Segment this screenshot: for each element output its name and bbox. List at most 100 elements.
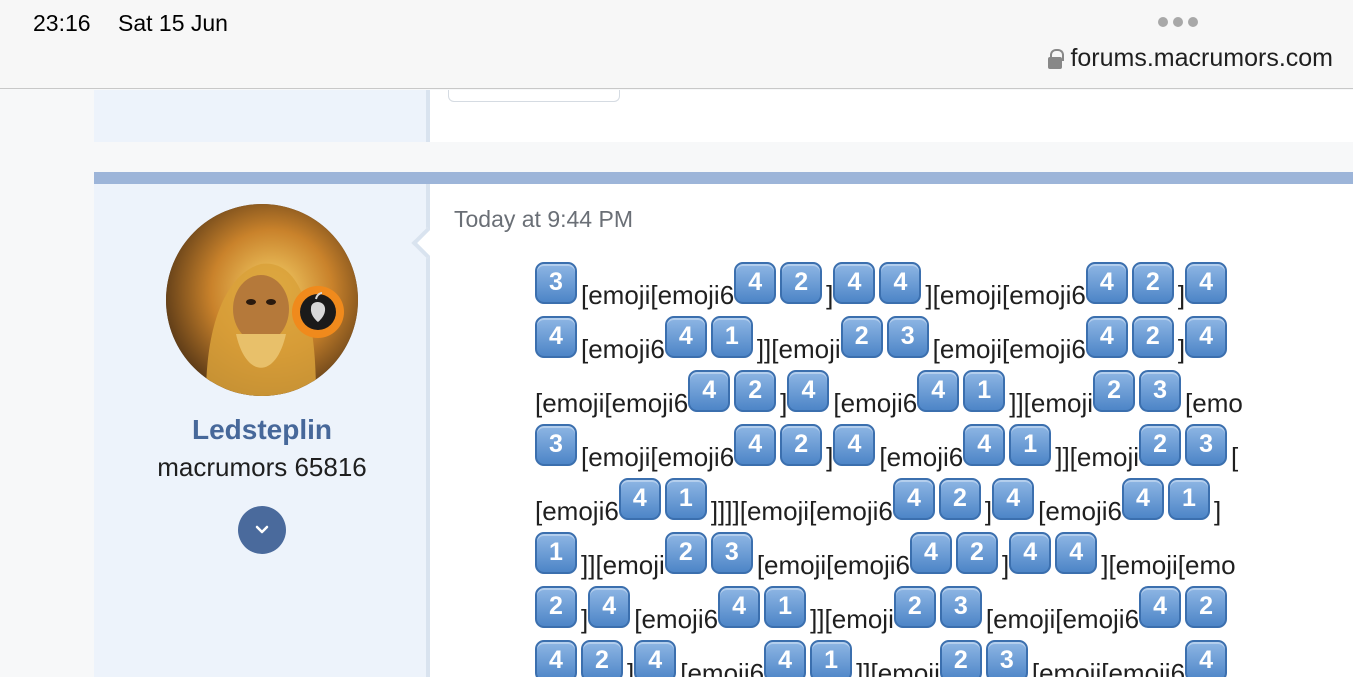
keycap-digit-emoji: 4 [718,586,761,628]
message-text: ] [627,658,635,677]
keycap-digit-emoji: 2 [1131,262,1174,304]
post-author-username[interactable]: Ledsteplin [94,414,430,446]
message-line: [emoji6 4 1]]]][emoji[emoji6 4 2] 4 [emoji6 4 1] [535,474,1353,528]
message-text: [ [1231,442,1239,472]
message-text: ] [826,442,834,472]
keycap-digit-emoji: 2 [939,640,982,677]
expand-user-info-button[interactable] [238,506,286,554]
message-text: ]][emoji [581,550,665,580]
keycap-digit-emoji: 4 [917,370,960,412]
keycap-digit-emoji: 4 [618,478,661,520]
status-date: Sat 15 Jun [118,10,228,36]
message-text: ] [1177,280,1186,310]
keycap-digit-emoji: 2 [780,262,823,304]
keycap-digit-emoji: 4 [879,262,922,304]
message-text: ]][emoji [856,658,940,677]
message-text: ][emoji[emo [1101,550,1236,580]
message-line: 4 [emoji6 4 1]][emoji 2 3 [emoji[emoji6 4 2] 4 [535,312,1353,366]
keycap-digit-emoji: 4 [535,640,577,677]
keycap-digit-emoji: 4 [1009,532,1052,574]
keycap-digit-emoji: 2 [955,532,998,574]
previous-post [94,90,1353,142]
keycap-digit-emoji: 4 [1055,532,1098,574]
post-message-body: 3 [emoji[emoji6 4 2] 4 4][emoji[emoji6 4 2] 4 4 [e… [535,258,1353,677]
keycap-digit-emoji: 4 [892,478,935,520]
keycap-digit-emoji: 2 [780,424,823,466]
message-text: ] [581,604,589,634]
message-line: 3 [emoji[emoji6 4 2] 4 4][emoji[emoji6 4 2] 4 [535,258,1353,312]
keycap-digit-emoji: 3 [1185,424,1228,466]
keycap-digit-emoji: 4 [1085,262,1128,304]
keycap-digit-emoji: 4 [833,262,876,304]
keycap-digit-emoji: 2 [734,370,777,412]
message-text: ][emoji[emoji6 [925,280,1086,310]
message-text: [emoji6 [535,496,619,526]
keycap-digit-emoji: 2 [581,640,623,677]
message-text: [emoji[emoji6 [535,388,689,418]
post-author-title: macrumors 65816 [157,452,367,482]
keycap-digit-emoji: 2 [1093,370,1136,412]
keycap-digit-emoji: 1 [810,640,853,677]
message-line: 3 [emoji[emoji6 4 2] 4 [emoji6 4 1]][emoji 2 3[ [535,420,1353,474]
keycap-digit-emoji: 4 [688,370,731,412]
message-text: [emo [1185,388,1243,418]
message-text: [emoji6 [634,604,719,634]
lock-icon [1048,48,1065,69]
message-line: 1]][emoji 2 3 [emoji[emoji6 4 2] 4 4][emoji[emo [535,528,1353,582]
keycap-digit-emoji: 2 [1131,316,1174,358]
message-text: [emoji[emoji6 [581,280,735,310]
message-text: ] [780,388,788,418]
message-text: [emoji6 [879,442,964,472]
message-text: ]][emoji [810,604,894,634]
keycap-digit-emoji: 4 [992,478,1035,520]
keycap-digit-emoji: 4 [1139,586,1182,628]
avatar[interactable] [166,204,358,396]
status-bar: 23:16 Sat 15 Jun forums.macrumors.com [0,0,1353,89]
message-text: [emoji6 [1038,496,1122,526]
post-user-cell: Ledsteplin macrumors 65816 [94,184,430,677]
keycap-digit-emoji: 4 [1185,316,1228,358]
keycap-digit-emoji: 4 [664,316,707,358]
keycap-digit-emoji: 3 [535,424,577,466]
keycap-digit-emoji: 2 [893,586,936,628]
keycap-digit-emoji: 3 [535,262,577,304]
message-line: 2] 4 [emoji6 4 1]][emoji 2 3 [emoji[emoji6 4 2 [535,582,1353,636]
message-text: [emoji6 [680,658,765,677]
keycap-digit-emoji: 1 [710,316,753,358]
previous-post-action-box[interactable] [448,90,620,102]
address-bar[interactable]: forums.macrumors.com [1048,44,1333,73]
page-content: Ledsteplin macrumors 65816 Today at 9:44… [0,90,1353,677]
message-text: ]][emoji [1055,442,1140,472]
keycap-digit-emoji: 4 [734,262,777,304]
message-text: [emoji[emoji6 [985,604,1140,634]
keycap-digit-emoji: 1 [664,478,707,520]
message-line: 4 2] 4 [emoji6 4 1]][emoji 2 3 [emoji[emoji6 4 [535,636,1353,677]
keycap-digit-emoji: 1 [1167,478,1210,520]
keycap-digit-emoji: 3 [985,640,1028,677]
chevron-down-icon [255,525,269,534]
status-time: 23:16 [33,10,91,36]
keycap-digit-emoji: 4 [1185,262,1228,304]
message-text: ] [1177,334,1186,364]
keycap-digit-emoji: 4 [1085,316,1128,358]
keycap-digit-emoji: 4 [734,424,777,466]
message-text: ] [1213,496,1222,526]
keycap-digit-emoji: 1 [764,586,807,628]
post-timestamp[interactable]: Today at 9:44 PM [454,206,633,233]
keycap-digit-emoji: 4 [787,370,830,412]
keycap-digit-emoji: 4 [634,640,677,677]
keycap-digit-emoji: 1 [963,370,1006,412]
keycap-digit-emoji: 2 [840,316,883,358]
message-text: ]][emoji [1009,388,1094,418]
message-text: [emoji[emoji6 [581,442,735,472]
keycap-digit-emoji: 4 [1121,478,1164,520]
message-text: ] [984,496,993,526]
keycap-digit-emoji: 3 [939,586,982,628]
more-options-icon[interactable] [1158,17,1198,27]
keycap-digit-emoji: 3 [710,532,753,574]
keycap-digit-emoji: 2 [535,586,577,628]
message-text: ] [826,280,834,310]
keycap-digit-emoji: 4 [588,586,631,628]
keycap-digit-emoji: 4 [1185,640,1228,677]
keycap-digit-emoji: 1 [1009,424,1052,466]
